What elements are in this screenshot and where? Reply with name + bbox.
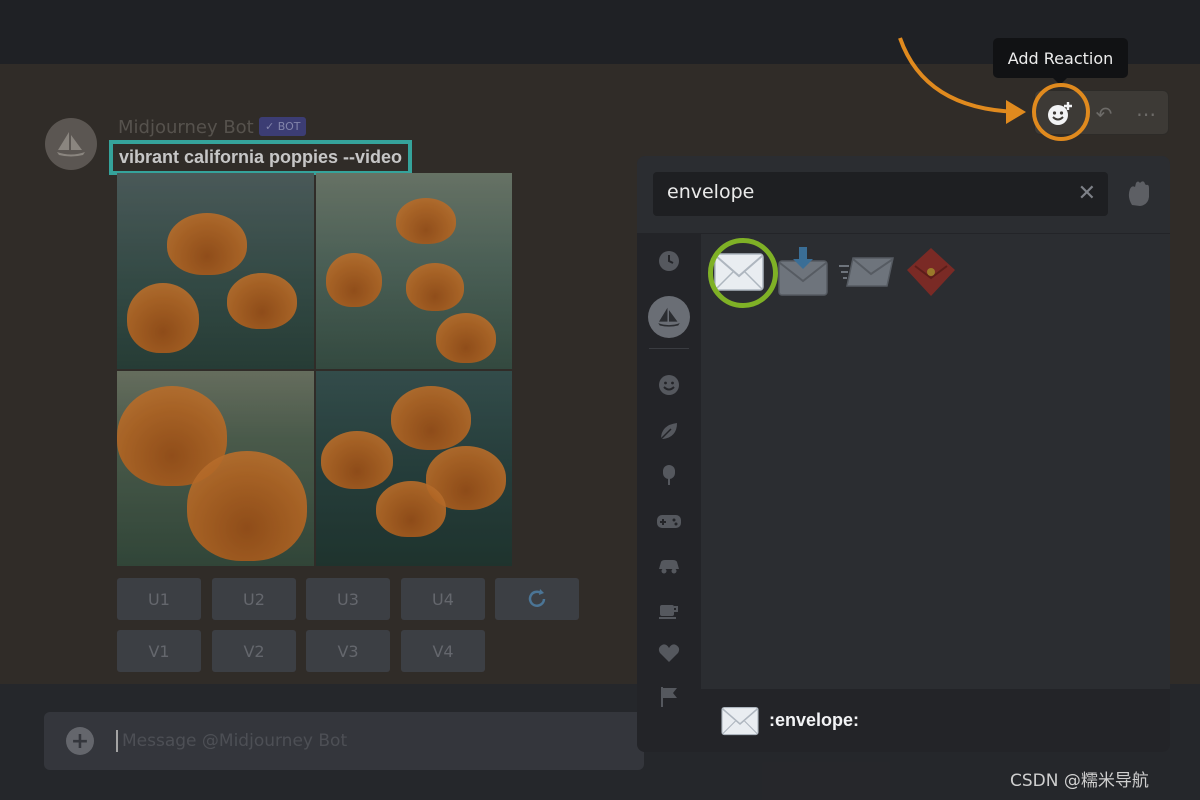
gamepad-icon[interactable] (654, 506, 684, 536)
red-envelope-icon (907, 248, 955, 296)
more-icon[interactable]: ⋯ (1129, 97, 1163, 131)
add-attachment-icon[interactable]: + (66, 727, 94, 755)
variation-button-4[interactable]: V4 (401, 630, 485, 672)
reroll-button[interactable] (495, 578, 579, 620)
reply-icon[interactable]: ↶ (1087, 97, 1121, 131)
coffee-icon[interactable] (654, 594, 684, 624)
incoming-envelope-emoji[interactable] (837, 242, 897, 302)
picker-header: ✕ (637, 156, 1170, 234)
smiley-icon[interactable] (654, 370, 684, 400)
emoji-category-rail (637, 234, 701, 752)
upscale-button-1[interactable]: U1 (117, 578, 201, 620)
annotation-ring-green (708, 238, 778, 308)
emoji-preview-footer: :envelope: (701, 689, 1170, 752)
emoji-results (701, 234, 1170, 689)
grid-image-3[interactable] (117, 370, 314, 566)
variation-button-3[interactable]: V3 (306, 630, 390, 672)
message-username[interactable]: Midjourney Bot (118, 117, 254, 138)
grid-image-4[interactable] (315, 370, 512, 566)
server-emoji-avatar[interactable] (648, 296, 690, 338)
clock-icon[interactable] (654, 246, 684, 276)
variation-button-1[interactable]: V1 (117, 630, 201, 672)
envelope-with-arrow-emoji[interactable] (773, 242, 833, 302)
emoji-search-input[interactable] (667, 181, 1067, 203)
car-icon[interactable] (654, 550, 684, 580)
message-prompt: vibrant california poppies --video (109, 140, 413, 175)
refresh-icon (528, 589, 546, 607)
variation-button-2[interactable]: V2 (212, 630, 296, 672)
leaf-icon[interactable] (654, 416, 684, 446)
text-caret (116, 730, 118, 752)
flag-icon[interactable] (654, 682, 684, 712)
red-envelope-emoji[interactable] (901, 242, 961, 302)
heart-icon[interactable] (654, 638, 684, 668)
annotation-ring-orange (1032, 83, 1090, 141)
emoji-preview-name: :envelope: (769, 710, 860, 730)
grid-image-2[interactable] (315, 173, 512, 369)
message-input[interactable] (122, 731, 602, 751)
upscale-button-4[interactable]: U4 (401, 578, 485, 620)
incoming-envelope-icon (839, 257, 894, 287)
skin-tone-icon[interactable] (1121, 176, 1157, 212)
emoji-picker: ✕ (637, 156, 1170, 752)
upscale-button-2[interactable]: U2 (212, 578, 296, 620)
bot-avatar[interactable] (45, 118, 97, 170)
image-grid[interactable] (117, 173, 512, 566)
add-reaction-tooltip: Add Reaction (993, 38, 1128, 85)
category-divider (649, 348, 689, 349)
grid-image-1[interactable] (117, 173, 314, 369)
message-composer: + (44, 712, 644, 770)
emoji-search-box: ✕ (653, 172, 1108, 216)
watermark: CSDN @糯米导航 (1010, 771, 1149, 791)
envelope-preview-icon (719, 700, 761, 742)
bot-badge: ✓ BOT (259, 117, 307, 136)
popsicle-icon[interactable] (654, 460, 684, 490)
envelope-with-arrow-icon (778, 247, 828, 296)
close-icon[interactable]: ✕ (1078, 181, 1096, 206)
sailboat-icon (57, 132, 85, 157)
upscale-button-3[interactable]: U3 (306, 578, 390, 620)
